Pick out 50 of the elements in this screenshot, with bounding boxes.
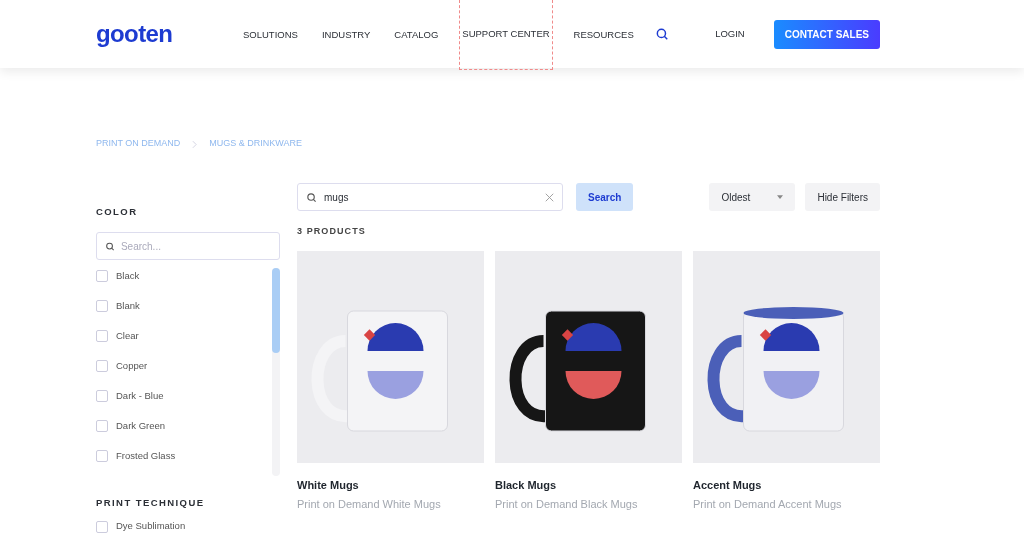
filter-option-label: Dark - Blue: [116, 389, 164, 404]
product-count: 3 PRODUCTS: [297, 225, 367, 238]
nav-link[interactable]: SUPPORT CENTER: [459, 0, 553, 70]
clear-icon[interactable]: [545, 192, 554, 202]
product-name[interactable]: Black Mugs: [495, 476, 682, 493]
checkbox[interactable]: [96, 390, 108, 403]
nav-link[interactable]: INDUSTRY: [318, 0, 374, 70]
product-search-box[interactable]: mugs: [297, 183, 563, 211]
filter-option-label: Blank: [116, 299, 140, 314]
product-subtitle: Print on Demand Black Mugs: [495, 497, 639, 512]
hide-filters-button[interactable]: Hide Filters: [805, 183, 880, 211]
search-icon: [306, 191, 317, 203]
product-photo[interactable]: [693, 250, 880, 463]
product-subtitle: Print on Demand White Mugs: [297, 497, 442, 512]
checkbox[interactable]: [96, 300, 108, 313]
product-search-field[interactable]: mugs: [324, 189, 538, 205]
sort-dropdown[interactable]: Oldest: [709, 183, 796, 211]
caret-icon: [777, 195, 784, 199]
filter-search-box[interactable]: Search...: [96, 232, 280, 261]
checkbox[interactable]: [96, 420, 108, 433]
nav-link[interactable]: SOLUTIONS: [240, 0, 301, 70]
checkbox[interactable]: [96, 330, 108, 343]
contact-sales-button[interactable]: CONTACT SALES: [773, 19, 880, 49]
filter-option-label: Clear: [116, 329, 139, 344]
chevron-right-icon: [192, 139, 198, 149]
product-name[interactable]: White Mugs: [297, 476, 484, 493]
checkbox[interactable]: [96, 270, 108, 283]
logo[interactable]: gooten: [96, 16, 240, 52]
checkbox[interactable]: [96, 450, 108, 463]
filter-search-field[interactable]: Search...: [120, 238, 271, 254]
product-subtitle: Print on Demand Accent Mugs: [693, 497, 843, 512]
login-link[interactable]: LOGIN: [715, 26, 745, 42]
nav-link[interactable]: CATALOG: [391, 0, 442, 70]
checkbox[interactable]: [96, 520, 108, 533]
filter-option-label: Frosted Glass: [116, 449, 176, 464]
checkbox[interactable]: [96, 360, 108, 373]
search-icon[interactable]: [654, 27, 669, 41]
filter-option-label: Copper: [116, 359, 148, 374]
nav-link[interactable]: RESOURCES: [570, 0, 637, 70]
search-icon: [105, 240, 115, 252]
scrollbar-thumb[interactable]: [272, 268, 280, 354]
filter-heading: PRINT TECHNIQUE: [96, 496, 206, 511]
filter-option-label: Black: [116, 269, 140, 284]
product-name[interactable]: Accent Mugs: [693, 476, 880, 493]
filter-heading: COLOR: [96, 205, 139, 219]
filter-option-label: Dye Sublimation: [116, 519, 186, 534]
product-photo[interactable]: [297, 250, 484, 463]
filter-option-label: Dark Green: [116, 419, 166, 434]
search-button[interactable]: Search: [576, 183, 634, 211]
product-photo[interactable]: [495, 250, 682, 463]
